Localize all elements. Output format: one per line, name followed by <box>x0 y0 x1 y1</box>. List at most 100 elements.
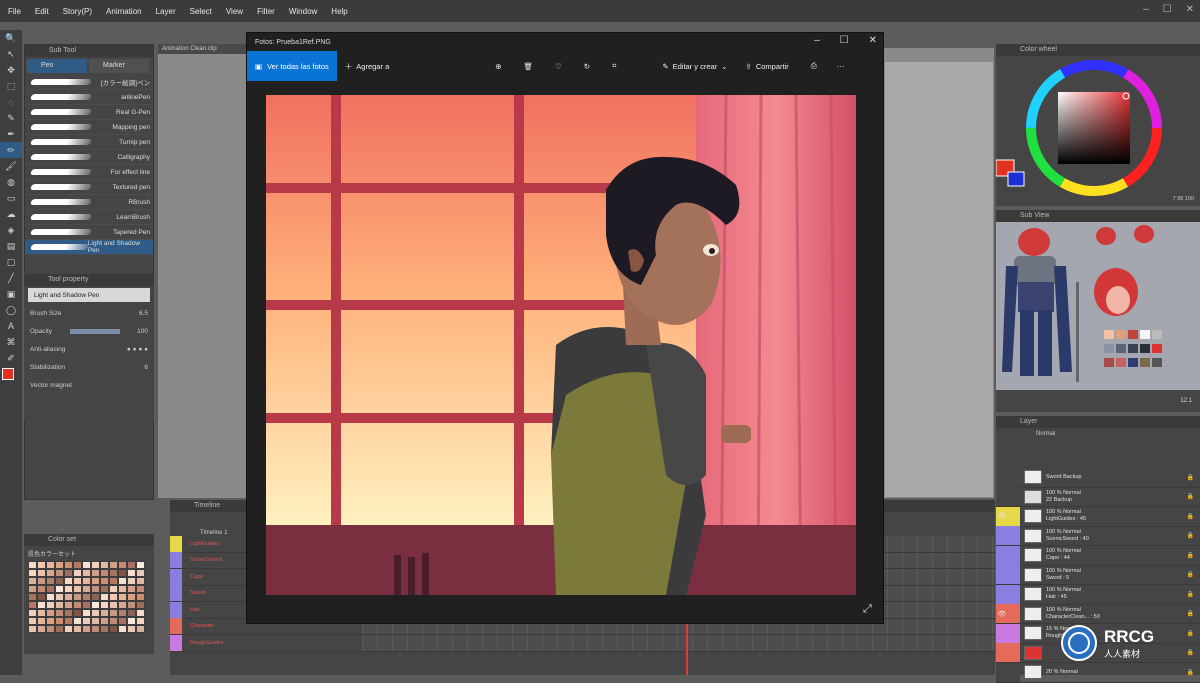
color-wheel[interactable] <box>995 56 1200 206</box>
share-button[interactable]: ⇪ Compartir <box>746 62 789 71</box>
menu-item-window[interactable]: Window <box>289 7 317 16</box>
menu-item-filter[interactable]: Filter <box>257 7 275 16</box>
color-set-swatch[interactable] <box>118 609 127 617</box>
color-set-swatch[interactable] <box>28 585 37 593</box>
layer-row[interactable]: 100 % Normal ScenicSword : 40 🔒 <box>996 526 1200 546</box>
layer-lock-icon[interactable]: 🔒 <box>1187 532 1194 539</box>
color-set-swatch[interactable] <box>37 569 46 577</box>
color-set-swatch[interactable] <box>82 593 91 601</box>
color-set-swatch[interactable] <box>118 617 127 625</box>
color-set-swatch[interactable] <box>91 577 100 585</box>
fullscreen-icon[interactable]: ⤢ <box>863 603 875 615</box>
color-set-swatch[interactable] <box>73 561 82 569</box>
blend-tool-icon[interactable]: ☁ <box>0 206 22 222</box>
sub-view-controls[interactable]: 12.1 <box>996 392 1200 410</box>
color-set-swatch[interactable] <box>109 617 118 625</box>
menu-item-edit[interactable]: Edit <box>35 7 49 16</box>
layer-visibility-icon[interactable] <box>996 487 1008 507</box>
color-set-swatch[interactable] <box>91 609 100 617</box>
brush-item[interactable]: Calligraphy <box>25 150 153 165</box>
color-set-swatch[interactable] <box>55 601 64 609</box>
color-set-swatch[interactable] <box>127 561 136 569</box>
opacity-row[interactable]: Opacity 100 <box>24 322 154 340</box>
color-set-swatch[interactable] <box>109 569 118 577</box>
stabilization-value[interactable]: 6 <box>144 364 148 371</box>
color-set-swatch[interactable] <box>136 617 145 625</box>
layer-lock-icon[interactable]: 🔒 <box>1187 493 1194 500</box>
stabilization-row[interactable]: Stabilization 6 <box>24 358 154 376</box>
color-set-swatch[interactable] <box>28 609 37 617</box>
color-set-swatch[interactable] <box>37 561 46 569</box>
menu-item-storyp[interactable]: Story(P) <box>63 7 92 16</box>
layer-row[interactable]: 100 % Normal Hair : 45 🔒 <box>996 584 1200 605</box>
blend-mode-select[interactable]: Normal <box>996 428 1200 440</box>
color-set-swatch[interactable] <box>73 625 82 633</box>
sub-color-chip[interactable] <box>1007 171 1025 187</box>
color-set-swatch[interactable] <box>28 593 37 601</box>
operation-tool-icon[interactable]: ↖ <box>0 46 22 62</box>
color-set-swatch[interactable] <box>100 593 109 601</box>
color-set-swatch[interactable] <box>64 601 73 609</box>
color-set-swatch[interactable] <box>64 617 73 625</box>
color-set-swatch[interactable] <box>55 625 64 633</box>
color-set-swatch[interactable] <box>37 601 46 609</box>
color-set-swatch[interactable] <box>100 625 109 633</box>
layer-visibility-icon[interactable] <box>996 623 1008 643</box>
color-set-swatch[interactable] <box>136 625 145 633</box>
zoom-button[interactable]: ⊕ <box>495 62 501 71</box>
app-minimize-icon[interactable]: – <box>1143 4 1149 15</box>
brush-item[interactable]: Light and Shadow Pen <box>25 240 153 255</box>
color-set-swatch[interactable] <box>118 561 127 569</box>
color-set-swatch[interactable] <box>73 609 82 617</box>
layer-lock-icon[interactable]: 🔒 <box>1187 552 1194 559</box>
layer-lock-icon[interactable]: 🔒 <box>1187 591 1194 598</box>
color-set-swatch[interactable] <box>46 585 55 593</box>
color-set-swatch[interactable] <box>118 593 127 601</box>
color-set-swatch[interactable] <box>55 569 64 577</box>
color-set-swatch[interactable] <box>91 569 100 577</box>
layer-visibility-icon[interactable] <box>996 662 1008 682</box>
color-set-swatch[interactable] <box>136 577 145 585</box>
tab-pen[interactable]: Pen <box>27 59 87 73</box>
color-set-swatch[interactable] <box>82 561 91 569</box>
selection-tool-icon[interactable]: ⬚ <box>0 78 22 94</box>
color-set-swatch[interactable] <box>46 593 55 601</box>
color-set-swatch[interactable] <box>91 601 100 609</box>
color-set-swatch[interactable] <box>37 585 46 593</box>
brush-tool-icon[interactable]: 🖌 <box>0 158 22 174</box>
layer-row[interactable]: 👁 100 % Normal LightGuides : 45 🔒 <box>996 506 1200 527</box>
favorite-button[interactable]: ♡ <box>555 62 562 71</box>
vector-magnet-row[interactable]: Vector magnet <box>24 376 154 394</box>
color-set-swatch[interactable] <box>55 609 64 617</box>
color-set-swatch[interactable] <box>109 625 118 633</box>
vector-tool-icon[interactable]: ✐ <box>0 350 22 366</box>
color-set-swatch[interactable] <box>127 585 136 593</box>
color-set-swatch[interactable] <box>127 625 136 633</box>
menu-item-layer[interactable]: Layer <box>156 7 176 16</box>
color-set-swatch[interactable] <box>46 561 55 569</box>
color-set-name[interactable]: 肌色カラーセット <box>28 549 150 558</box>
color-set-swatch[interactable] <box>28 569 37 577</box>
text-tool-icon[interactable]: A <box>0 318 22 334</box>
color-set-swatch[interactable] <box>37 593 46 601</box>
eyedropper-tool-icon[interactable]: ✎ <box>0 110 22 126</box>
layer-visibility-icon[interactable] <box>996 584 1008 604</box>
layer-visibility-icon[interactable] <box>996 565 1008 585</box>
brush-item[interactable]: For effect line <box>25 165 153 180</box>
add-to-button[interactable]: ＋ Agregar a <box>345 61 389 72</box>
color-set-swatch[interactable] <box>136 593 145 601</box>
color-set-swatch[interactable] <box>127 601 136 609</box>
color-set-swatch[interactable] <box>109 561 118 569</box>
print-button[interactable]: ⎙ <box>811 61 817 71</box>
color-set-swatch[interactable] <box>73 569 82 577</box>
color-set-swatch[interactable] <box>109 577 118 585</box>
color-set-swatch[interactable] <box>100 601 109 609</box>
color-set-swatch[interactable] <box>73 585 82 593</box>
color-set-swatch[interactable] <box>91 593 100 601</box>
timeline-track-row[interactable]: RoughGuides <box>170 634 995 652</box>
canvas-sheet[interactable] <box>885 62 993 497</box>
anti-aliasing-options[interactable]: ● ● ● ● <box>127 346 148 353</box>
app-close-icon[interactable]: ✕ <box>1186 4 1194 15</box>
opacity-value[interactable]: 100 <box>137 328 148 335</box>
color-set-swatch[interactable] <box>28 625 37 633</box>
